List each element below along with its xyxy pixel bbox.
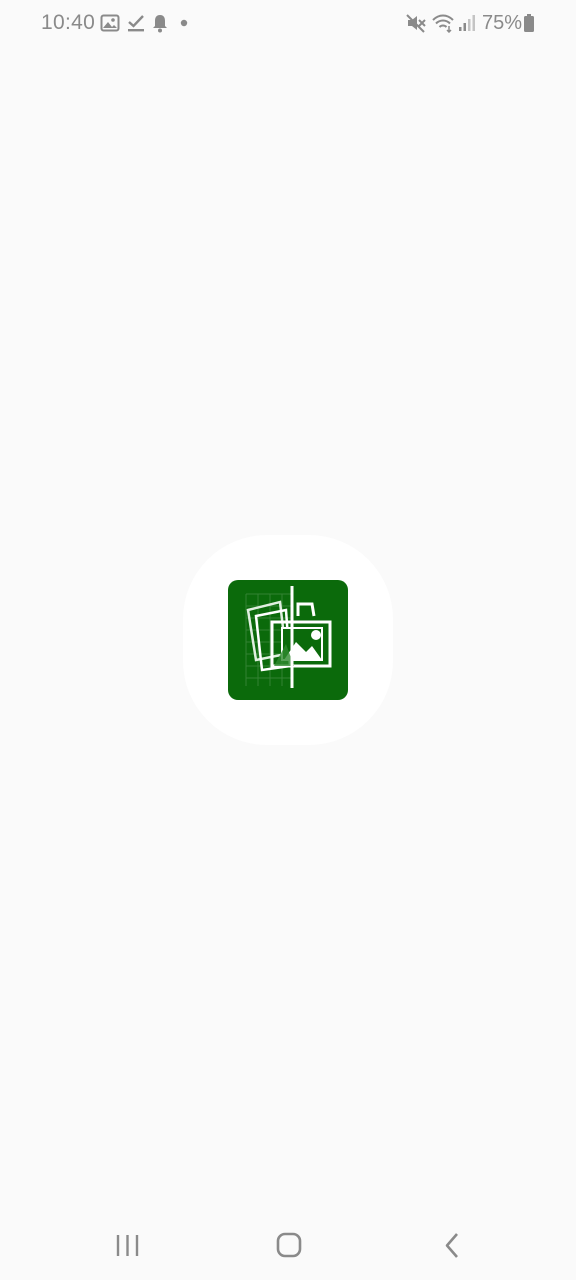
mute-icon (406, 14, 426, 33)
battery-percent: 75% (482, 12, 523, 34)
wifi-icon (432, 14, 454, 33)
navigation-bar (0, 1212, 576, 1280)
recent-apps-button[interactable] (108, 1226, 148, 1266)
recent-apps-icon (116, 1235, 139, 1256)
check-download-icon (128, 15, 144, 32)
status-time: 10:40 (41, 11, 96, 34)
splash-screen: 10:40 75% (0, 0, 576, 1280)
back-icon (445, 1233, 458, 1258)
gallery-icon (100, 14, 120, 32)
dot-icon (180, 19, 188, 27)
image-compare-app-icon (228, 580, 348, 700)
home-icon (276, 1232, 302, 1258)
home-button[interactable] (268, 1226, 310, 1266)
back-button[interactable] (432, 1226, 472, 1266)
status-bar: 10:40 75% (0, 0, 576, 48)
battery-icon (524, 14, 534, 32)
signal-icon (459, 15, 475, 31)
bell-icon (153, 15, 167, 33)
